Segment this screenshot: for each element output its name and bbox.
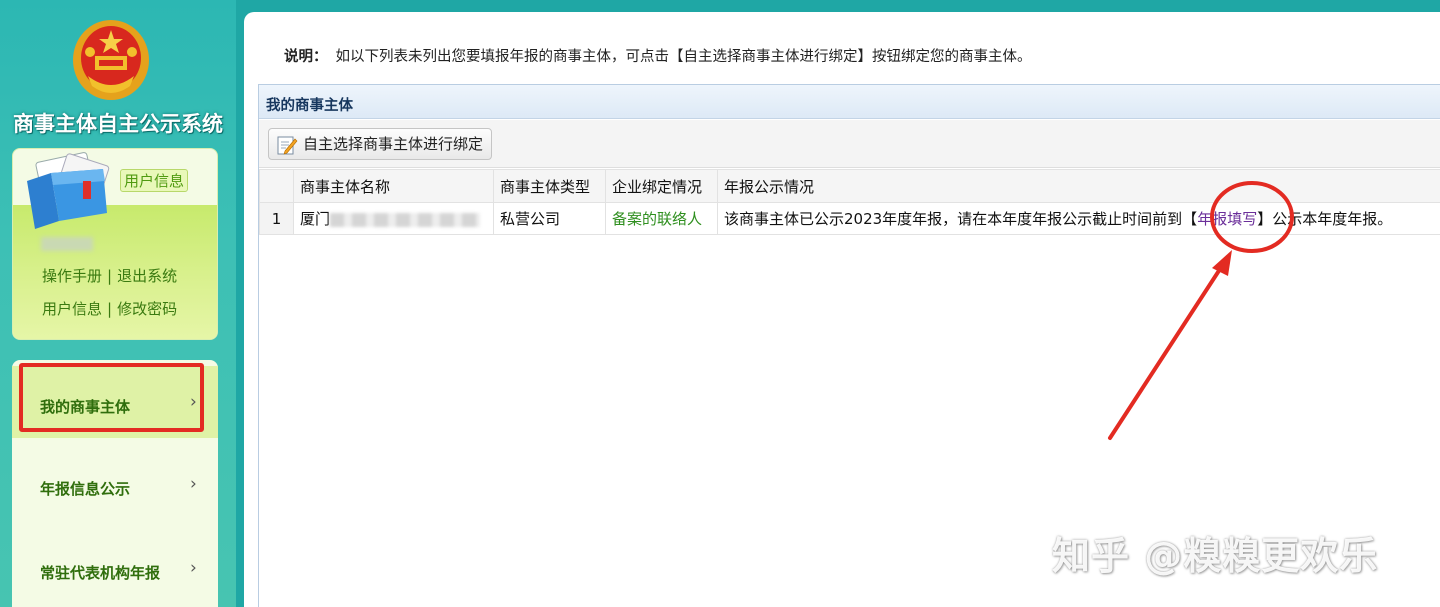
col-header-type: 商事主体类型 [493,169,606,203]
sidebar-item-representative-office[interactable]: 常驻代表机构年报 › [12,532,218,604]
edit-document-icon [277,136,298,155]
annotation-highlight-box [19,363,204,432]
sidebar-item-label: 年报信息公示 [40,480,131,498]
sidebar-item-label: 常驻代表机构年报 [40,564,161,582]
entity-type-cell: 私营公司 [493,202,606,235]
binding-status-cell: 备案的联络人 [605,202,718,235]
link-separator: | [107,300,113,318]
report-status-cell: 该商事主体已公示2023年度年报，请在本年度年报公示截止时间前到【年报填写】公示… [717,202,1440,235]
logo: 商事主体自主公示系统 [0,8,236,136]
manual-link[interactable]: 操作手册 [42,267,102,285]
section-title: 我的商事主体 [266,98,353,114]
col-header-index [259,169,294,203]
row-index: 1 [259,202,294,235]
entity-name-redacted [330,212,481,227]
folder-icon [27,152,110,229]
toolbar: 自主选择商事主体进行绑定 [259,120,1440,168]
user-links-row-2: 用户信息 | 修改密码 [42,298,177,319]
entity-name-cell: 厦门 [293,202,494,235]
instruction-note: 说明： 如以下列表未列出您要填报年报的商事主体，可点击【自主选择商事主体进行绑定】… [284,45,1032,66]
system-title: 商事主体自主公示系统 [13,112,223,136]
bind-entity-button[interactable]: 自主选择商事主体进行绑定 [268,128,493,160]
national-emblem-icon [73,20,149,100]
col-header-binding: 企业绑定情况 [605,169,718,203]
chevron-right-icon: › [190,558,197,578]
user-info-tag: 用户信息 [120,169,189,192]
watermark-text: 知乎 @糗糗更欢乐 [1052,534,1379,578]
fill-annual-report-link[interactable]: 年报填写 [1197,210,1257,228]
note-text: 如以下列表未列出您要填报年报的商事主体，可点击【自主选择商事主体进行绑定】按钮绑… [335,49,1032,65]
col-header-report-status: 年报公示情况 [717,169,1440,203]
status-text-post: 】公示本年度年报。 [1257,210,1393,228]
table-header-row: 商事主体名称 商事主体类型 企业绑定情况 年报公示情况 [259,169,1440,203]
username-redacted [41,237,93,251]
user-panel: 用户信息 操作手册 | 退出系统 用户信息 | 修改密码 [12,148,218,340]
change-password-link[interactable]: 修改密码 [117,300,177,318]
sidebar: 商事主体自主公示系统 用户信息 操作手册 | 退出系统 用户信息 | 修改密码 我的商事… [0,0,236,607]
entities-table: 商事主体名称 商事主体类型 企业绑定情况 年报公示情况 1 厦门 私营公司 备案… [259,169,1440,235]
table-row: 1 厦门 私营公司 备案的联络人 该商事主体已公示2023年度年报，请在本年度年… [259,202,1440,235]
user-info-link[interactable]: 用户信息 [42,300,102,318]
sidebar-item-annual-report[interactable]: 年报信息公示 › [12,448,218,520]
col-header-name: 商事主体名称 [293,169,494,203]
link-separator: | [107,267,113,285]
bind-button-label: 自主选择商事主体进行绑定 [303,135,484,153]
status-text-pre: 该商事主体已公示2023年度年报，请在本年度年报公示截止时间前到【 [724,210,1198,228]
main-panel: 说明： 如以下列表未列出您要填报年报的商事主体，可点击【自主选择商事主体进行绑定】… [244,12,1440,607]
chevron-right-icon: › [190,474,197,494]
entity-name: 厦门 [300,210,331,228]
note-label: 说明： [284,49,328,65]
logout-link[interactable]: 退出系统 [117,267,177,285]
user-links-row-1: 操作手册 | 退出系统 [42,265,177,286]
section-header: 我的商事主体 [259,85,1440,119]
